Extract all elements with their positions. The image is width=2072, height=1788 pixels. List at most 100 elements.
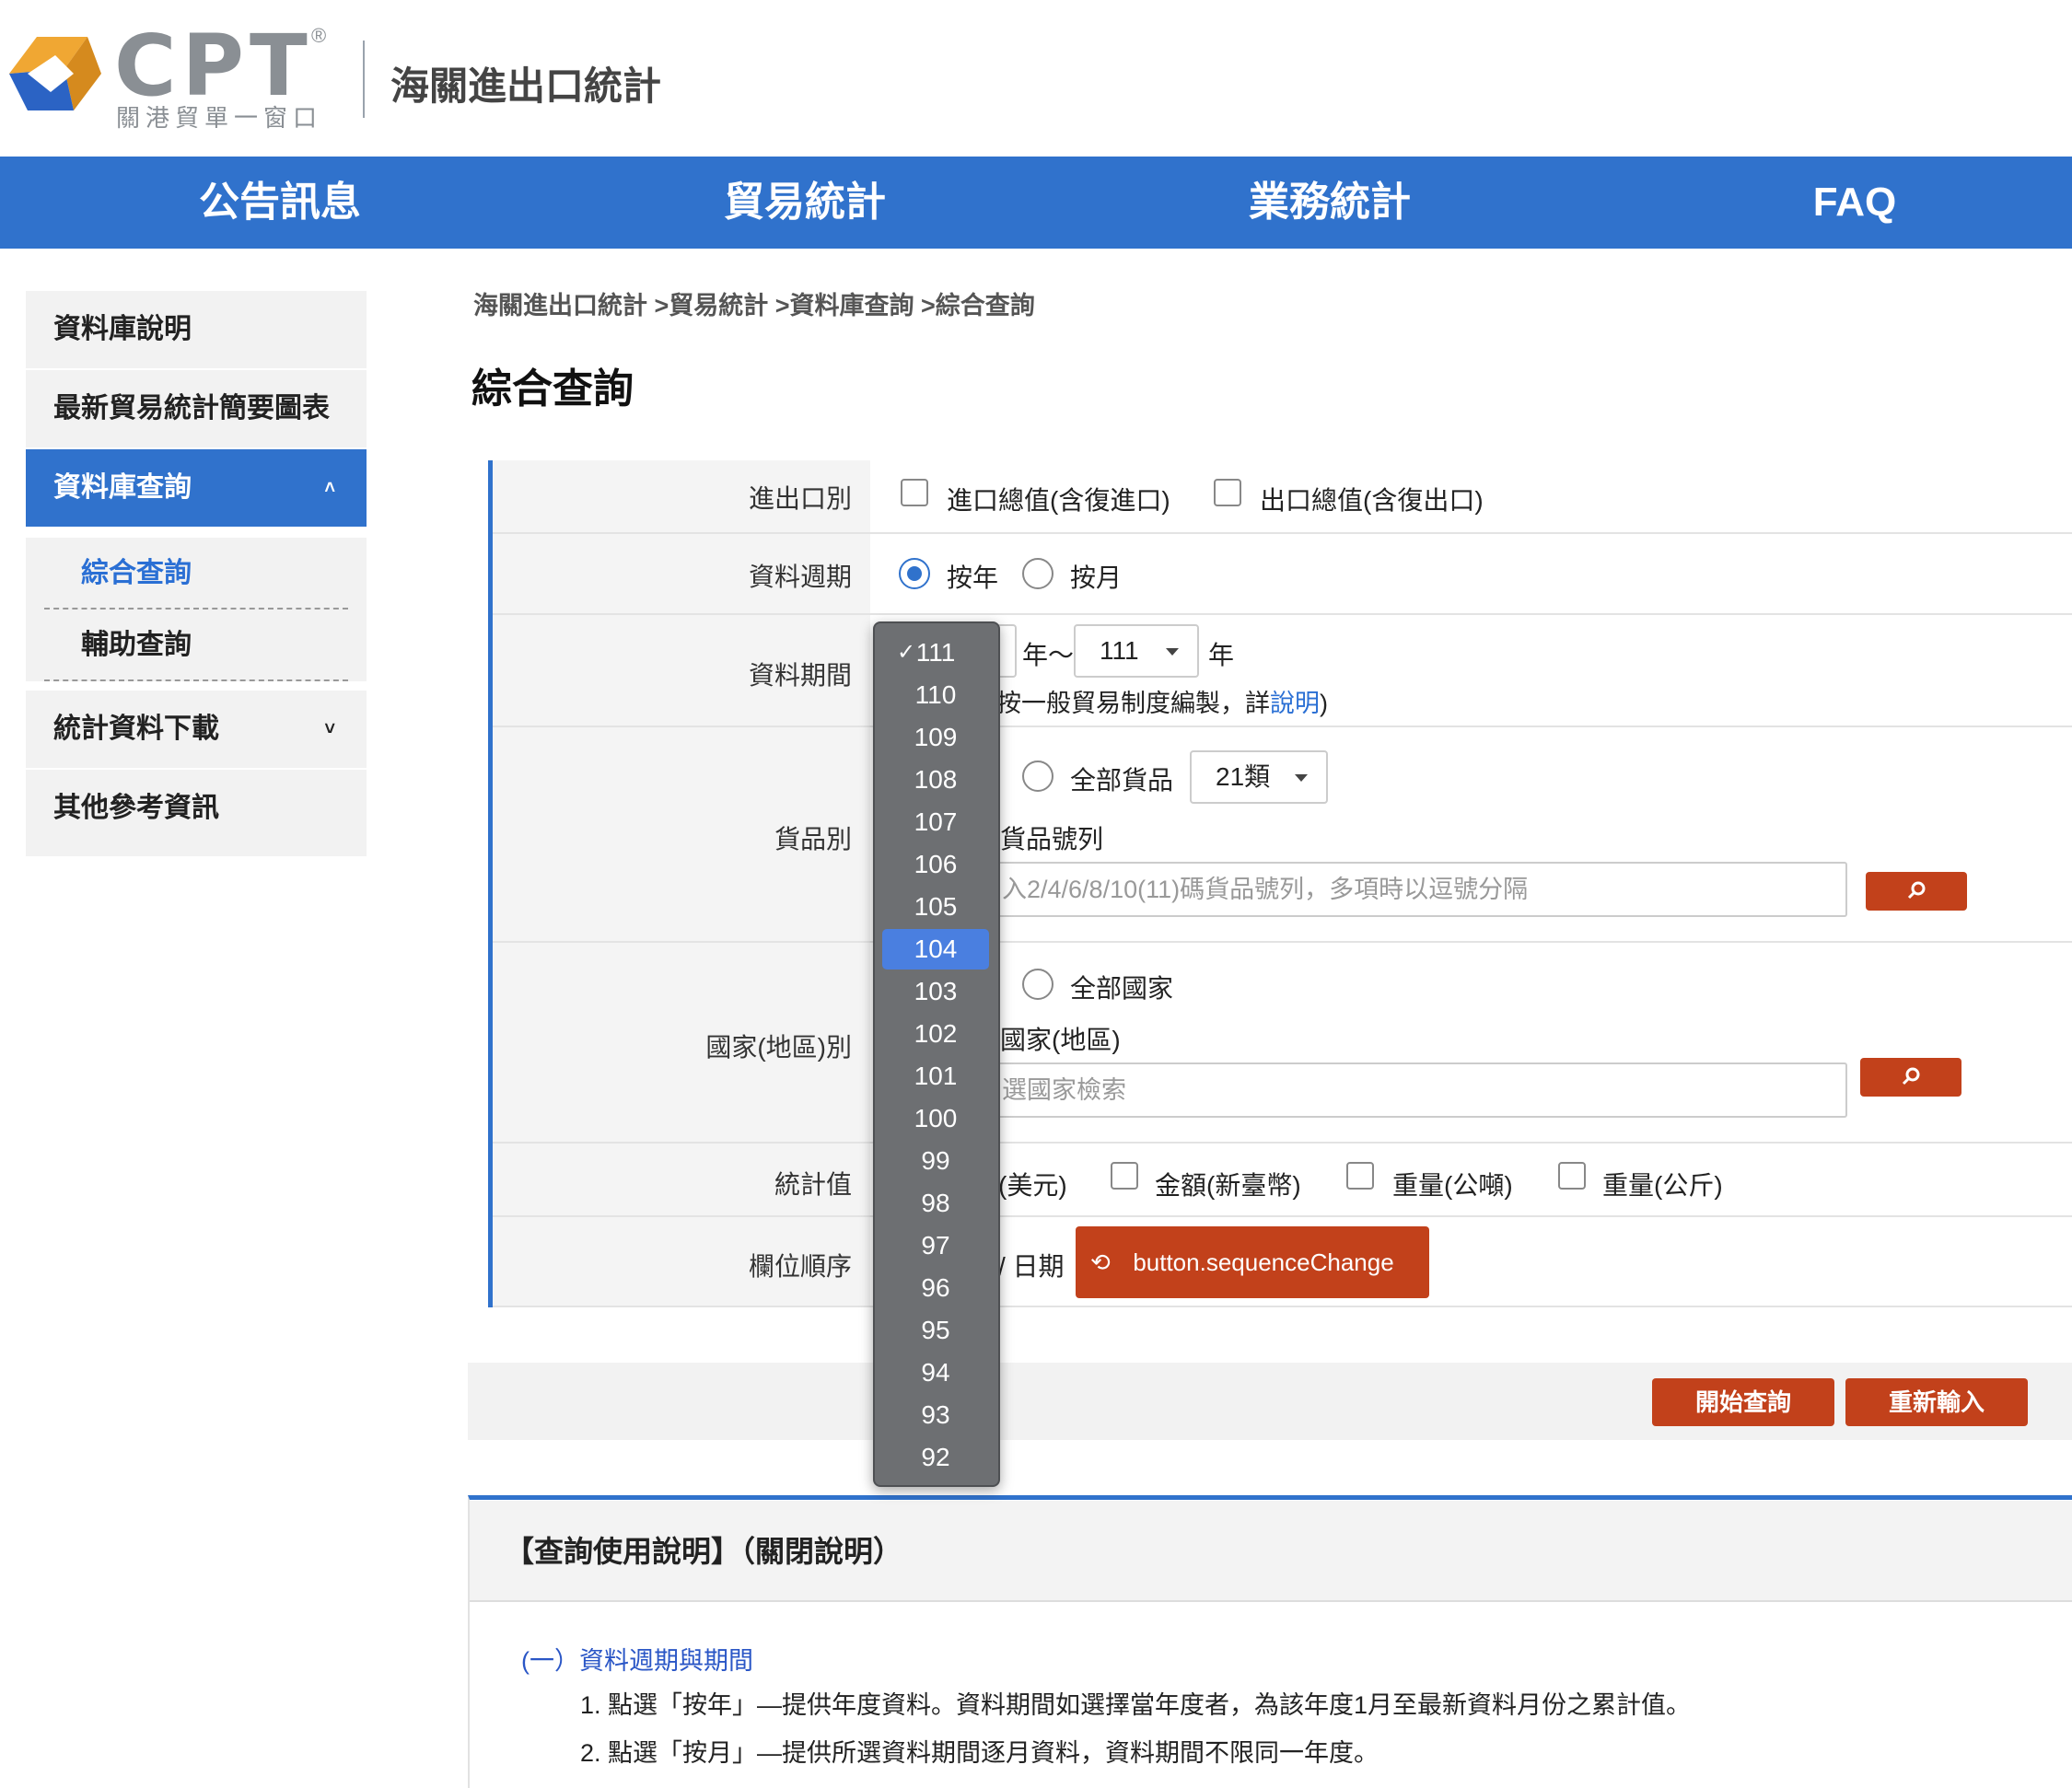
label-goods: 貨品別 xyxy=(774,825,852,853)
year-option[interactable]: 95 xyxy=(882,1310,989,1351)
logo-registered-mark: ® xyxy=(311,24,327,47)
row-divider xyxy=(493,726,2072,727)
all-goods-radio[interactable] xyxy=(1022,760,1053,792)
row-divider xyxy=(493,1306,2072,1307)
year-option[interactable]: 96 xyxy=(882,1268,989,1308)
sequence-change-button[interactable]: ⟲ button.sequenceChange xyxy=(1076,1226,1429,1298)
logo-subtitle: 關港貿單一窗口 xyxy=(116,104,323,132)
year-option[interactable]: 105 xyxy=(882,887,989,927)
sidebar-item-label: 資料庫說明 xyxy=(53,314,192,344)
period-note-close: ) xyxy=(1320,690,1328,717)
header-divider xyxy=(363,41,365,118)
year-option-highlighted[interactable]: 104 xyxy=(882,929,989,969)
sidebar-item-label: 統計資料下載 xyxy=(53,714,219,744)
to-year-value: 111 xyxy=(1100,636,1139,665)
label-stat-values: 統計值 xyxy=(774,1170,852,1199)
period-month-label: 按月 xyxy=(1070,563,1123,592)
stat-twd-checkbox[interactable] xyxy=(1111,1162,1138,1190)
logo[interactable] xyxy=(0,18,111,129)
sidebar-item-latest-charts[interactable]: 最新貿易統計簡要圖表 xyxy=(26,370,367,447)
year-option[interactable]: 92 xyxy=(882,1437,989,1478)
sidebar-item-other-references[interactable]: 其他參考資訊 xyxy=(26,770,367,856)
year-range-separator: 年～ xyxy=(1022,641,1075,669)
site-title: 海關進出口統計 xyxy=(390,64,662,108)
row-divider xyxy=(493,613,2072,615)
year-dropdown[interactable]: ✓ 111 110 109 108 107 106 105 104 103 102… xyxy=(873,621,1000,1487)
nav-faq[interactable]: FAQ xyxy=(1670,157,2039,249)
search-icon xyxy=(1902,1067,1920,1086)
start-query-button[interactable]: 開始查詢 xyxy=(1652,1378,1834,1426)
stat-ton-checkbox[interactable] xyxy=(1346,1162,1374,1190)
label-country: 國家(地區)別 xyxy=(705,1033,852,1062)
all-countries-label: 全部國家 xyxy=(1070,974,1174,1003)
year-option[interactable]: 106 xyxy=(882,844,989,885)
help-line: 2. 點選「按月」—提供所選資料期間逐月資料，資料期間不限同一年度。 xyxy=(580,1739,1379,1767)
sidebar-subitem-combined-query[interactable]: 綜合查詢 xyxy=(26,538,367,610)
page-title: 綜合查詢 xyxy=(471,366,634,412)
year-option[interactable]: 100 xyxy=(882,1098,989,1139)
year-option[interactable]: 94 xyxy=(882,1353,989,1393)
year-option[interactable]: 101 xyxy=(882,1056,989,1097)
swap-icon: ⟲ xyxy=(1090,1248,1111,1276)
goods-search-button[interactable] xyxy=(1866,872,1967,911)
to-year-select[interactable]: 111 xyxy=(1074,624,1199,678)
main-nav: 公告訊息 貿易統計 業務統計 FAQ xyxy=(0,157,2072,249)
row-divider xyxy=(493,941,2072,943)
year-option[interactable]: 107 xyxy=(882,802,989,842)
sidebar-item-downloads[interactable]: 統計資料下載 ˅ xyxy=(26,691,367,768)
year-option[interactable]: 110 xyxy=(882,675,989,715)
order-text: / 日期 xyxy=(998,1252,1065,1281)
year-option[interactable]: 93 xyxy=(882,1395,989,1435)
year-option[interactable]: 109 xyxy=(882,717,989,758)
stat-ton-label: 重量(公噸) xyxy=(1392,1171,1513,1200)
caret-down-icon xyxy=(1295,774,1308,782)
stat-kg-checkbox[interactable] xyxy=(1558,1162,1586,1190)
year-option[interactable]: 99 xyxy=(882,1141,989,1181)
year-suffix: 年 xyxy=(1208,641,1235,669)
row-divider xyxy=(493,1142,2072,1144)
sidebar-item-database-query[interactable]: 資料庫查詢 ˄ xyxy=(26,449,367,527)
goods-class-select[interactable]: 21類 xyxy=(1190,750,1328,804)
country-search-button[interactable] xyxy=(1860,1058,1961,1097)
reset-button[interactable]: 重新輸入 xyxy=(1845,1378,2028,1426)
year-option[interactable]: 108 xyxy=(882,760,989,800)
year-option[interactable]: 97 xyxy=(882,1225,989,1266)
check-icon: ✓ xyxy=(897,640,916,665)
label-trade-type: 進出口別 xyxy=(748,484,852,513)
sidebar-item-label: 其他參考資訊 xyxy=(53,793,219,823)
all-goods-label: 全部貨品 xyxy=(1070,766,1174,795)
period-year-radio[interactable] xyxy=(899,558,930,589)
search-icon xyxy=(1907,881,1926,900)
period-year-label: 按年 xyxy=(947,563,999,592)
year-option[interactable]: ✓ 111 xyxy=(882,633,989,673)
help-section-title: (一）資料週期與期間 xyxy=(521,1647,753,1675)
help-line: 1. 點選「按年」—提供年度資料。資料期間如選擇當年度者，為該年度1月至最新資料… xyxy=(580,1691,1692,1719)
all-countries-radio[interactable] xyxy=(1022,969,1053,1000)
export-total-checkbox[interactable] xyxy=(1214,479,1241,506)
year-option[interactable]: 98 xyxy=(882,1183,989,1224)
label-column-order: 欄位順序 xyxy=(748,1252,852,1281)
stat-usd-label: (美元) xyxy=(998,1171,1067,1200)
stat-twd-label: 金額(新臺幣) xyxy=(1155,1171,1301,1200)
period-month-radio[interactable] xyxy=(1022,558,1053,589)
breadcrumb: 海關進出口統計 >貿易統計 >資料庫查詢 >綜合查詢 xyxy=(473,292,1035,319)
caret-down-icon xyxy=(1166,648,1179,656)
country-pick-label: 國家(地區) xyxy=(1000,1026,1121,1054)
period-note-link[interactable]: 說明 xyxy=(1270,690,1320,717)
nav-announcements[interactable]: 公告訊息 xyxy=(96,157,464,249)
nav-business-statistics[interactable]: 業務統計 xyxy=(1146,157,1514,249)
period-note: 按一般貿易制度編製，詳說明) xyxy=(996,683,1328,719)
import-total-checkbox[interactable] xyxy=(901,479,928,506)
import-total-label: 進口總值(含復進口) xyxy=(947,486,1170,515)
sidebar-subitem-auxiliary-query[interactable]: 輔助查詢 xyxy=(26,610,367,681)
row-divider xyxy=(493,1215,2072,1217)
help-toggle[interactable]: 【查詢使用說明】（關閉說明） xyxy=(505,1528,902,1571)
country-search-input[interactable]: 選國家檢索 xyxy=(991,1062,1847,1118)
chevron-up-icon: ˄ xyxy=(324,478,335,498)
sidebar-item-database-info[interactable]: 資料庫說明 xyxy=(26,291,367,368)
goods-code-input[interactable]: 入2/4/6/8/10(11)碼貨品號列，多項時以逗號分隔 xyxy=(991,862,1847,917)
year-option[interactable]: 102 xyxy=(882,1014,989,1054)
stat-kg-label: 重量(公斤) xyxy=(1602,1171,1723,1200)
year-option[interactable]: 103 xyxy=(882,971,989,1012)
nav-trade-statistics[interactable]: 貿易統計 xyxy=(621,157,989,249)
